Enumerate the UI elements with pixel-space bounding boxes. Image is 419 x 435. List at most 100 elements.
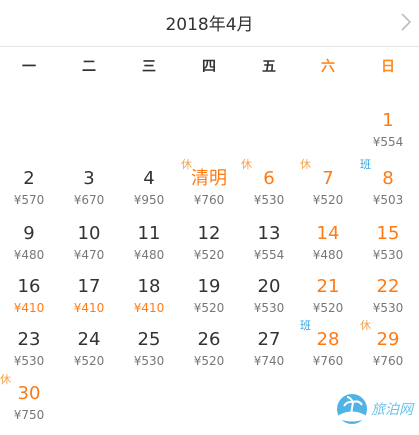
day-price: ¥470 [73,248,105,262]
calendar-day-cell[interactable]: 24 ¥520 [59,329,119,381]
weekday-label: 六 [321,59,335,75]
weekday-label: 日 [381,59,395,75]
day-price: ¥480 [133,248,165,262]
calendar-day-cell[interactable]: 12 ¥520 [179,223,239,275]
day-price: ¥670 [73,193,105,207]
day-number: 24 [77,329,101,350]
day-price: ¥950 [133,193,165,207]
chevron-right-icon [401,13,412,31]
day-number: 30 [17,383,41,404]
day-price: ¥503 [372,193,404,207]
calendar-day-cell[interactable]: 13 ¥554 [239,223,299,275]
calendar-grid: 1 ¥554 2 ¥570 3 ¥670 4 ¥950 清明 ¥760 休 6 ¥530 休 7 ¥520 休 8… [0,110,419,429]
calendar-day-cell[interactable]: 4 ¥950 [119,168,179,220]
calendar-day-cell[interactable]: 29 ¥760 休 [358,320,418,381]
calendar-day-cell[interactable]: 6 ¥530 休 [239,159,299,220]
beach-logo-icon [337,394,367,424]
day-number: 18 [137,276,161,297]
day-price: ¥554 [372,135,404,149]
day-price: ¥520 [312,193,344,207]
watermark: 旅泊网 [335,393,415,425]
calendar-day-cell[interactable]: 30 ¥750 休 [0,374,59,435]
day-price: ¥480 [13,248,45,262]
calendar-day-cell[interactable]: 19 ¥520 [179,276,239,328]
day-number: 11 [137,223,161,244]
day-number: 8 [382,168,394,189]
day-price: ¥530 [13,354,45,368]
day-price: ¥530 [133,354,165,368]
day-number: 3 [83,168,95,189]
day-number: 23 [17,329,41,350]
calendar-day-cell[interactable]: 17 ¥410 [59,276,119,328]
day-number: 9 [23,223,35,244]
watermark-text: 旅泊网 [371,402,413,418]
weekday-label: 一 [22,59,36,75]
day-price: ¥410 [73,301,105,315]
day-number: 12 [197,223,221,244]
holiday-badge: 休 [241,158,252,171]
calendar-header: 2018年4月 [0,0,419,47]
calendar-day-cell[interactable]: 11 ¥480 [119,223,179,275]
calendar-day-cell[interactable]: 16 ¥410 [0,276,59,328]
calendar-day-cell[interactable]: 26 ¥520 [179,329,239,381]
day-price: ¥520 [193,354,225,368]
day-number: 25 [137,329,161,350]
calendar-day-cell[interactable]: 1 ¥554 [358,110,418,162]
day-price: ¥410 [133,301,165,315]
day-price: ¥760 [372,354,404,368]
calendar-day-cell[interactable]: 25 ¥530 [119,329,179,381]
day-number: 16 [17,276,41,297]
day-number: 29 [376,329,400,350]
day-price: ¥520 [73,354,105,368]
day-number: 14 [316,223,340,244]
day-number: 4 [143,168,155,189]
weekday-row: 一二三四五六日 [0,56,419,82]
day-number: 15 [376,223,400,244]
calendar-day-cell[interactable]: 27 ¥740 [239,329,299,381]
day-number: 19 [197,276,221,297]
day-number: 10 [77,223,101,244]
calendar-day-cell[interactable]: 7 ¥520 休 [298,159,358,220]
day-number: 27 [257,329,281,350]
holiday-badge: 休 [181,158,192,171]
calendar-day-cell[interactable]: 8 ¥503 班 [358,159,418,220]
day-price: ¥410 [13,301,45,315]
day-price: ¥554 [253,248,285,262]
day-number: 17 [77,276,101,297]
day-number: 28 [316,329,340,350]
day-number: 26 [197,329,221,350]
day-price: ¥480 [312,248,344,262]
calendar-day-cell[interactable]: 14 ¥480 [298,223,358,275]
day-price: ¥520 [193,301,225,315]
calendar-day-cell[interactable]: 9 ¥480 [0,223,59,275]
work-day-badge: 班 [360,158,371,171]
calendar-day-cell[interactable]: 2 ¥570 [0,168,59,220]
day-price: ¥530 [253,193,285,207]
weekday-label: 四 [202,59,216,75]
day-number: 2 [23,168,35,189]
calendar-day-cell[interactable]: 3 ¥670 [59,168,119,220]
calendar-day-cell[interactable]: 10 ¥470 [59,223,119,275]
day-number: 6 [263,168,275,189]
day-number: 1 [382,110,394,131]
calendar-day-cell[interactable]: 15 ¥530 [358,223,418,275]
calendar-day-cell[interactable]: 18 ¥410 [119,276,179,328]
weekday-label: 三 [142,59,156,75]
day-price: ¥760 [312,354,344,368]
month-title: 2018年4月 [165,15,254,35]
day-number: 13 [257,223,281,244]
day-price: ¥520 [312,301,344,315]
day-price: ¥530 [372,248,404,262]
holiday-badge: 休 [360,319,371,332]
calendar-day-cell[interactable]: 清明 ¥760 休 [179,159,239,220]
work-day-badge: 班 [300,319,311,332]
day-price: ¥750 [13,408,45,422]
calendar-day-cell[interactable]: 28 ¥760 班 [298,320,358,381]
day-number: 22 [376,276,400,297]
calendar-day-cell[interactable]: 20 ¥530 [239,276,299,328]
day-number: 20 [257,276,281,297]
next-month-button[interactable] [397,8,415,36]
day-price: ¥530 [372,301,404,315]
day-number: 清明 [191,168,227,189]
day-price: ¥520 [193,248,225,262]
